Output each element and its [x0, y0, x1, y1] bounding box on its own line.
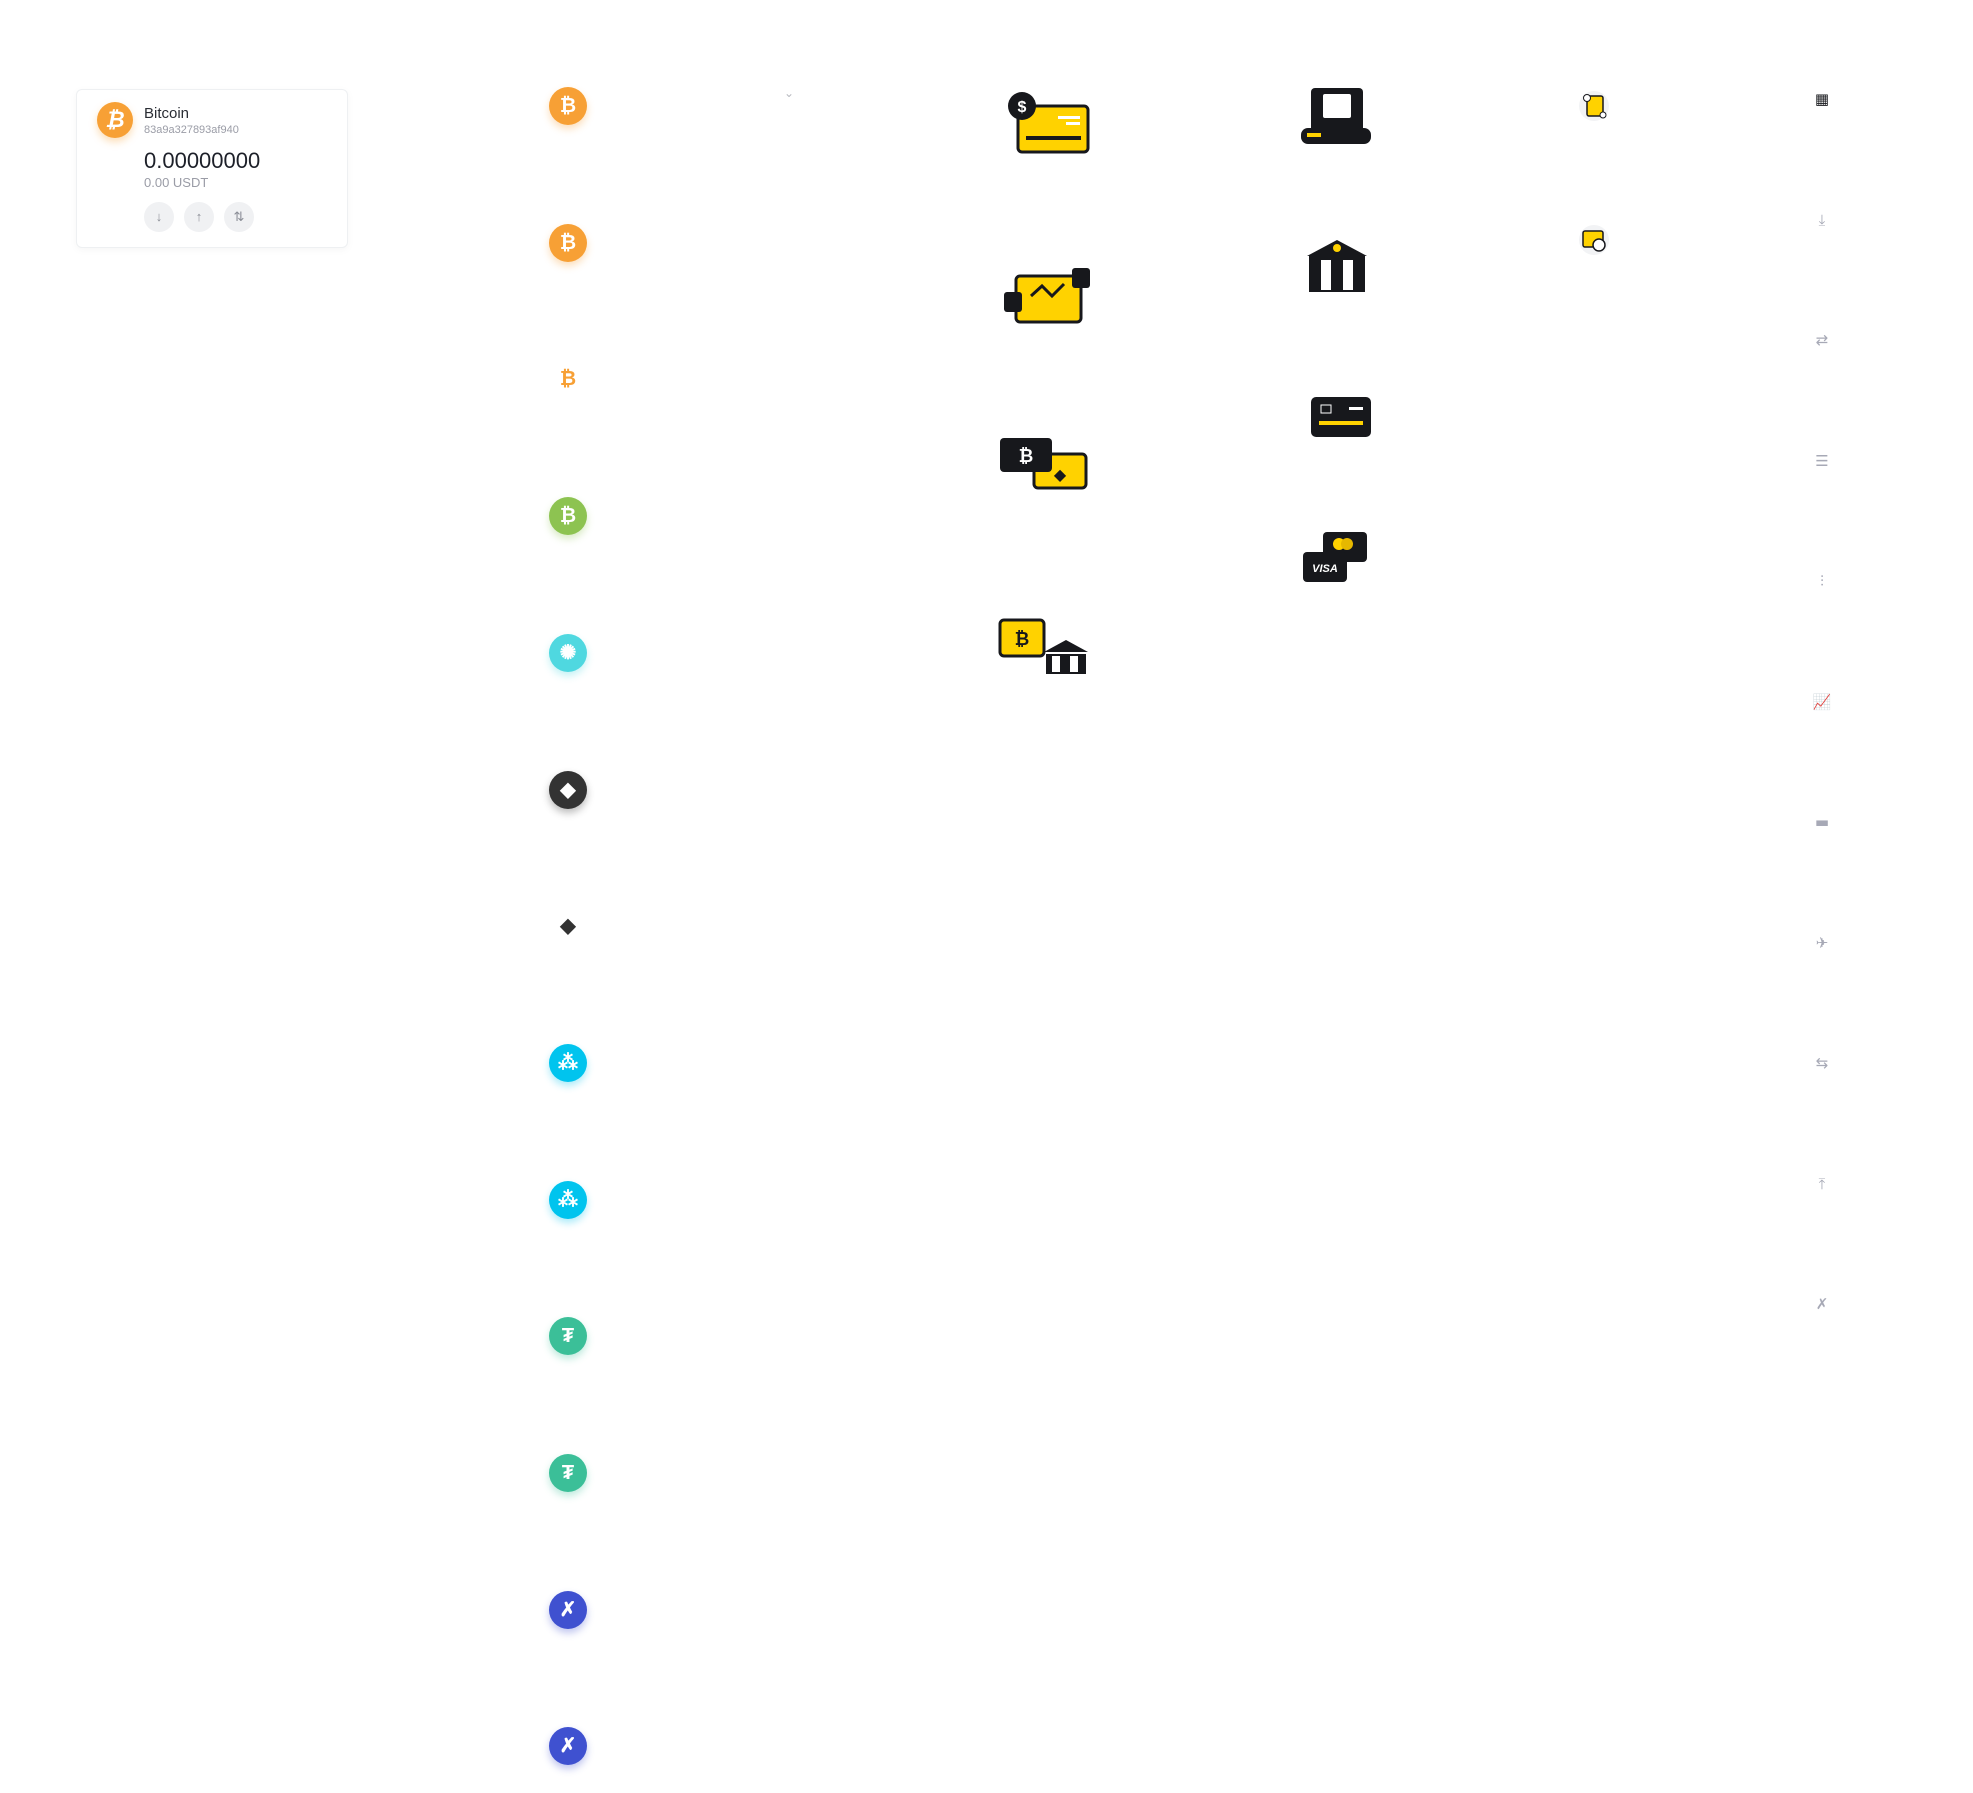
wallet-address: 83a9a327893af940 [144, 124, 239, 136]
crypto-exchange-illustration: ₿ ◆ [1000, 438, 1088, 490]
dashboard-icon[interactable]: ▦ [1812, 89, 1832, 109]
tether-icon: ₮ [549, 1454, 587, 1492]
bank-illustration [1307, 240, 1367, 292]
trading-chart-illustration [1004, 268, 1090, 324]
airplane-icon[interactable]: ✈ [1812, 933, 1832, 953]
bitcoin-icon: ₿ [559, 368, 577, 391]
swap-icon: ⇅ [233, 209, 245, 224]
stellar-icon: ✗ [549, 1590, 587, 1629]
bank-card-illustration [1311, 397, 1371, 437]
ethereum-icon: ◆ [549, 770, 587, 809]
stellar-outline-icon[interactable]: ✗ [1812, 1294, 1832, 1314]
receive-button[interactable]: ↓ [144, 202, 174, 232]
svg-text:◆: ◆ [1054, 465, 1067, 484]
wallet-fiat-value: 0.00 USDT [144, 175, 209, 190]
line-chart-icon[interactable]: 📈 [1812, 692, 1832, 712]
wallet-name: Bitcoin [144, 105, 190, 122]
visa-mastercard-illustration: VISA [1303, 532, 1367, 582]
cardano-icon: ✺ [549, 633, 587, 672]
transfer-icon[interactable]: ⇆ [1812, 1053, 1832, 1073]
ripple-icon: ⁂ [549, 1180, 587, 1219]
exchange-icon[interactable]: ⇄ [1812, 330, 1832, 350]
arrow-up-icon: ↑ [195, 209, 203, 224]
crypto-to-bank-illustration: ₿ [998, 618, 1088, 674]
bitcoin-icon: ₿ [97, 102, 133, 138]
ethereum-icon: ◆ [560, 915, 576, 938]
bitcoin-icon: ₿ [549, 87, 587, 125]
bitcoin-icon: ₿ [549, 223, 587, 262]
card-icon[interactable]: ▬ [1812, 812, 1832, 832]
wallet-card[interactable]: ₿ Bitcoin 83a9a327893af940 0.00000000 0.… [76, 89, 348, 248]
svg-text:₿: ₿ [1015, 629, 1030, 649]
card-payment-illustration: $ [1008, 92, 1090, 154]
stellar-icon: ✗ [549, 1727, 587, 1766]
atm-illustration [1301, 88, 1371, 144]
chevron-down-icon[interactable]: ⌄ [784, 86, 794, 100]
download-icon[interactable]: ⤓ [1812, 210, 1832, 230]
arrow-down-icon: ↓ [155, 209, 163, 224]
tether-icon: ₮ [549, 1317, 587, 1356]
wallet-balance: 0.00000000 [144, 148, 261, 173]
upload-icon[interactable]: ⤒ [1812, 1174, 1832, 1194]
ripple-icon: ⁂ [549, 1043, 587, 1082]
svg-text:VISA: VISA [1312, 563, 1338, 575]
svg-text:₿: ₿ [1019, 446, 1034, 466]
document-settings-illustration [1579, 91, 1609, 121]
exchange-button[interactable]: ⇅ [224, 202, 254, 232]
list-icon[interactable]: ☰ [1812, 451, 1832, 471]
svg-text:$: $ [1018, 99, 1027, 116]
candlestick-icon[interactable]: ⫶ [1812, 571, 1832, 591]
window-refresh-illustration [1579, 225, 1609, 255]
bitcoin-cash-icon: ₿ [549, 497, 587, 536]
send-button[interactable]: ↑ [184, 202, 214, 232]
